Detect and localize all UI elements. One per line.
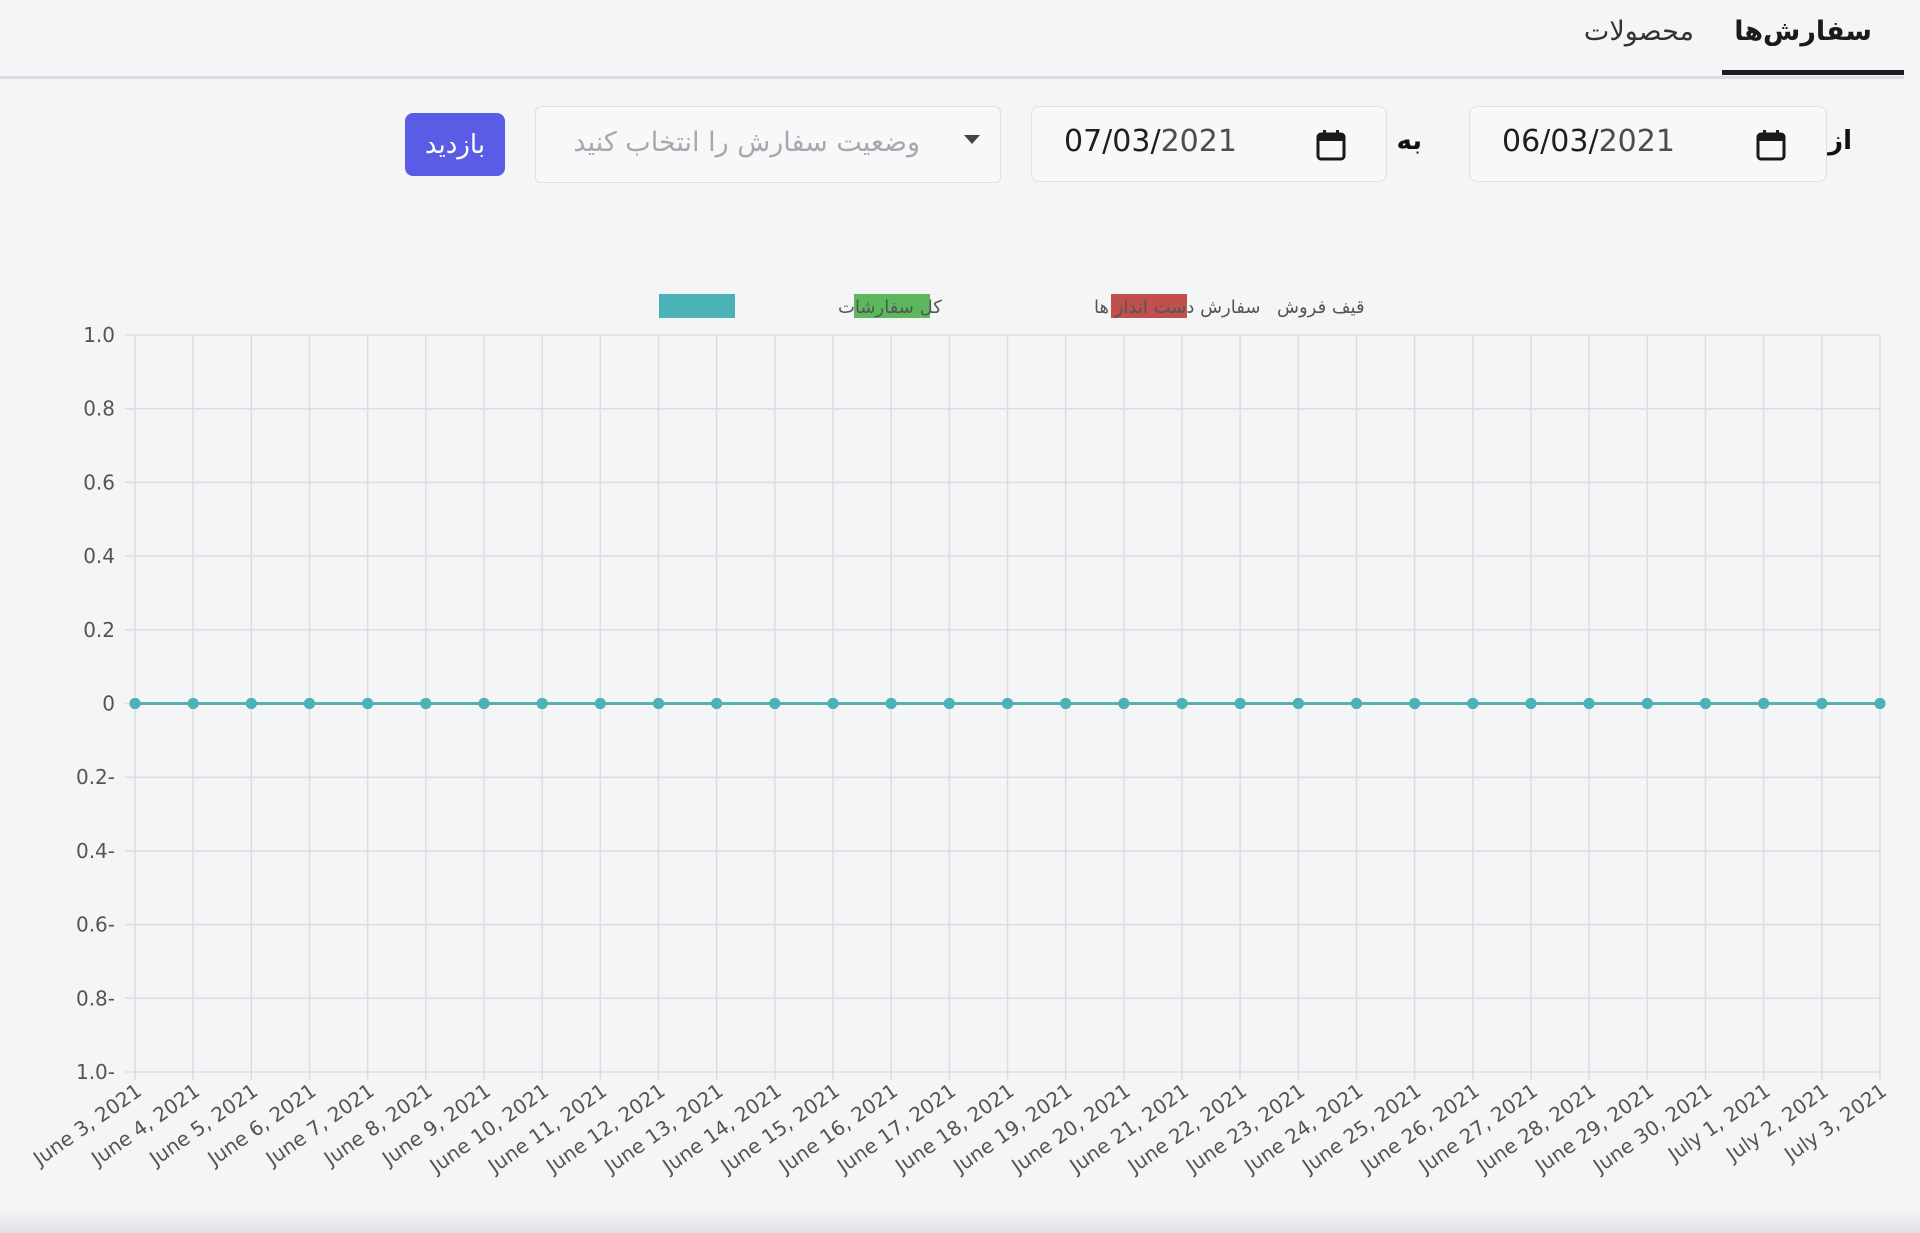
orders-line-chart: قیف فروش سفارش دست انداز ها کل سفارشات 1.0… xyxy=(27,294,1891,1179)
x-axis: June 3, 2021June 4, 2021June 5, 2021June… xyxy=(27,1078,1891,1179)
data-point[interactable] xyxy=(1700,698,1711,709)
y-tick-label: 1.0 xyxy=(83,323,115,347)
calendar-icon[interactable] xyxy=(1756,129,1786,161)
data-point[interactable] xyxy=(1641,698,1653,709)
tab-products[interactable]: محصولات xyxy=(1584,10,1694,54)
from-label: از xyxy=(1828,126,1852,156)
data-point[interactable] xyxy=(1758,698,1770,709)
y-tick-label: 0 xyxy=(102,692,115,716)
order-status-placeholder: وضعیت سفارش را انتخاب کنید xyxy=(573,127,920,158)
data-point[interactable] xyxy=(653,698,664,709)
visit-button[interactable]: بازدید xyxy=(405,113,505,176)
y-tick-label: 0.2- xyxy=(76,765,115,789)
data-point[interactable] xyxy=(1118,698,1130,709)
y-tick-label: 0.2 xyxy=(83,618,115,642)
data-point[interactable] xyxy=(943,698,955,709)
y-tick-label: 0.6- xyxy=(76,913,115,937)
data-point[interactable] xyxy=(1525,698,1537,709)
active-tab-indicator xyxy=(1722,70,1904,75)
chart-legend: قیف فروش سفارش دست انداز ها کل سفارشات xyxy=(659,294,1365,318)
chart-series xyxy=(129,698,1886,709)
data-point[interactable] xyxy=(1176,698,1188,709)
data-point[interactable] xyxy=(1583,698,1595,709)
data-point[interactable] xyxy=(1467,698,1479,709)
data-point[interactable] xyxy=(304,698,315,709)
order-status-select[interactable]: وضعیت سفارش را انتخاب کنید xyxy=(535,106,1001,183)
chart-grid xyxy=(125,334,1881,1080)
y-axis: 1.0 0.8 0.6 0.4 0.2 0 0.2- 0.4- 0.6- 0.8- 1.0- xyxy=(76,323,115,1084)
data-point[interactable] xyxy=(420,698,432,709)
from-date-value: 06/03/2021 xyxy=(1502,124,1675,159)
bottom-fade xyxy=(0,1211,1920,1233)
to-date-input[interactable]: 07/03/2021 xyxy=(1031,106,1387,182)
y-tick-label: 0.8 xyxy=(83,397,115,421)
legend-label[interactable]: قیف فروش xyxy=(1277,297,1365,318)
data-point[interactable] xyxy=(1002,698,1013,709)
caret-down-icon[interactable] xyxy=(964,135,980,144)
y-tick-label: 0.6 xyxy=(83,470,115,494)
data-point[interactable] xyxy=(1292,698,1304,709)
data-point[interactable] xyxy=(1409,698,1421,709)
data-point[interactable] xyxy=(129,698,141,709)
y-tick-label: 1.0- xyxy=(76,1060,115,1084)
calendar-icon[interactable] xyxy=(1316,129,1346,161)
to-label: به xyxy=(1396,126,1422,156)
tab-bar: سفارش‌ها محصولات xyxy=(0,0,1904,79)
legend-label[interactable]: سفارش دست انداز ها xyxy=(1094,297,1260,318)
y-tick-label: 0.4 xyxy=(83,544,115,568)
data-point[interactable] xyxy=(478,698,490,709)
legend-swatch[interactable] xyxy=(659,294,735,318)
data-point[interactable] xyxy=(711,698,723,709)
data-point[interactable] xyxy=(1234,698,1246,709)
legend-label[interactable]: کل سفارشات xyxy=(838,297,942,318)
to-date-value: 07/03/2021 xyxy=(1064,124,1237,159)
data-point[interactable] xyxy=(769,698,781,709)
data-point[interactable] xyxy=(1351,698,1362,709)
data-point[interactable] xyxy=(1060,698,1072,709)
y-tick-label: 0.4- xyxy=(76,839,115,863)
data-point[interactable] xyxy=(245,698,257,709)
y-tick-label: 0.8- xyxy=(76,986,115,1010)
data-point[interactable] xyxy=(536,698,548,709)
data-point[interactable] xyxy=(187,698,199,709)
tab-orders[interactable]: سفارش‌ها xyxy=(1734,10,1872,54)
data-point[interactable] xyxy=(827,698,839,709)
data-point[interactable] xyxy=(1816,698,1828,709)
from-date-input[interactable]: 06/03/2021 xyxy=(1469,106,1827,182)
data-point[interactable] xyxy=(885,698,897,709)
data-point[interactable] xyxy=(362,698,374,709)
data-point[interactable] xyxy=(594,698,606,709)
data-point[interactable] xyxy=(1874,698,1886,709)
